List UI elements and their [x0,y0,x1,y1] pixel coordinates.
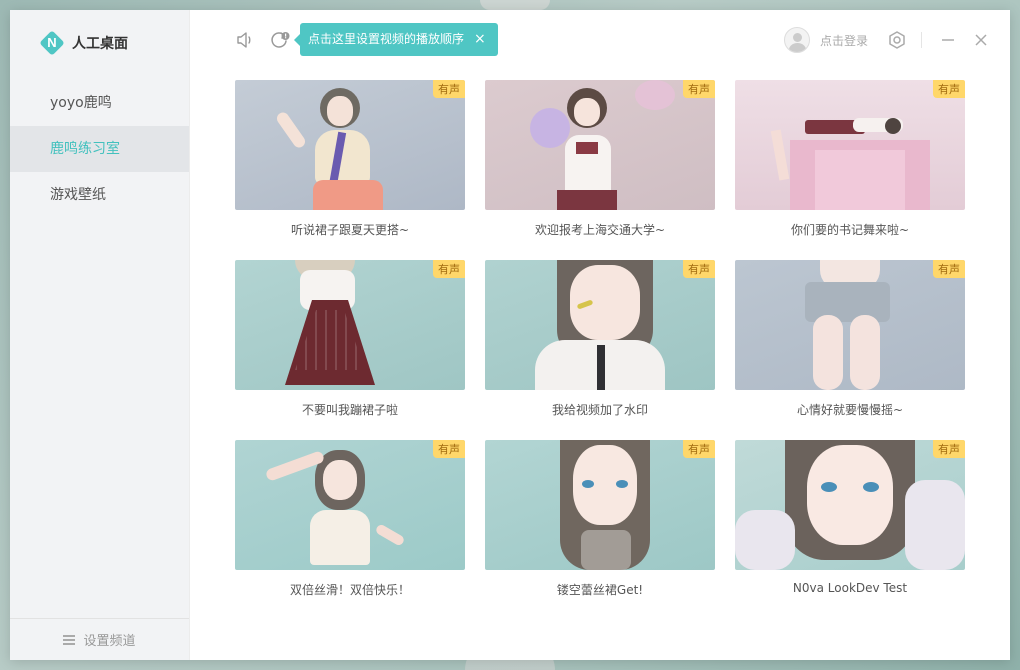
video-title: 听说裙子跟夏天更搭~ [290,223,410,237]
video-title: 你们要的书记舞来啦~ [790,223,910,237]
sound-badge: 有声 [433,260,465,278]
background-figure [480,0,550,10]
channel-settings-label: 设置频道 [83,634,136,649]
sidebar-item-yoyo[interactable]: yoyo鹿鸣 [10,80,189,126]
close-icon[interactable] [974,30,988,50]
video-card[interactable]: 有声 欢迎报考上海交通大学~ [485,80,715,260]
tooltip-close-button[interactable]: × [474,23,486,56]
video-thumbnail[interactable]: 有声 [235,440,465,570]
video-title: 欢迎报考上海交通大学~ [534,223,666,237]
logo-icon: N [39,30,65,56]
sound-badge: 有声 [933,440,965,458]
menu-icon [63,634,76,645]
toolbar: 点击这里设置视频的播放顺序 × 点击登录 [190,10,1010,70]
video-grid: 有声 听说裙子跟夏天更搭~ 有声 欢迎报考上海交通大学~ 有声 你们要的书记舞来… [235,80,965,620]
app-title: 人工桌面 [72,36,128,52]
video-thumbnail[interactable]: 有声 [735,260,965,390]
video-card[interactable]: 有声 双倍丝滑！双倍快乐！ [235,440,465,620]
video-thumbnail[interactable]: 有声 [735,440,965,570]
login-label: 点击登录 [819,33,868,48]
video-card[interactable]: 有声 你们要的书记舞来啦~ [735,80,965,260]
sidebar: N 人工桌面 yoyo鹿鸣 鹿鸣练习室 游戏壁纸 设置频道 [10,10,190,660]
video-card[interactable]: 有声 N0va LookDev Test [735,440,965,620]
video-title: 心情好就要慢慢摇~ [796,403,904,417]
main-content: 点击这里设置视频的播放顺序 × 点击登录 有声 听说裙子跟夏天更搭~ 有声 欢迎… [190,10,1010,660]
sidebar-item-practice-room[interactable]: 鹿鸣练习室 [10,126,189,172]
sound-badge: 有声 [683,260,715,278]
video-thumbnail[interactable]: 有声 [485,440,715,570]
video-title: N0va LookDev Test [792,581,908,595]
video-card[interactable]: 有声 听说裙子跟夏天更搭~ [235,80,465,260]
toolbar-divider [921,32,922,48]
minimize-icon[interactable] [941,30,955,50]
volume-icon[interactable] [235,30,255,50]
sound-badge: 有声 [433,440,465,458]
sound-badge: 有声 [933,260,965,278]
playback-order-icon[interactable] [270,30,290,50]
avatar [783,27,810,53]
video-card[interactable]: 有声 心情好就要慢慢摇~ [735,260,965,440]
tooltip-text: 点击这里设置视频的播放顺序 [308,32,465,46]
video-card[interactable]: 有声 不要叫我蹦裙子啦 [235,260,465,440]
app-window: N 人工桌面 yoyo鹿鸣 鹿鸣练习室 游戏壁纸 设置频道 点击这里设置视频的播… [10,10,1010,660]
app-logo: N 人工桌面 [10,10,189,76]
video-thumbnail[interactable]: 有声 [235,80,465,210]
video-card[interactable]: 有声 我给视频加了水印 [485,260,715,440]
sidebar-item-game-wallpaper[interactable]: 游戏壁纸 [10,172,189,218]
settings-icon[interactable] [887,30,907,50]
video-title: 双倍丝滑！双倍快乐！ [289,583,410,597]
sound-badge: 有声 [683,80,715,98]
video-thumbnail[interactable]: 有声 [735,80,965,210]
channel-settings-button[interactable]: 设置频道 [10,618,189,660]
video-thumbnail[interactable]: 有声 [485,80,715,210]
sound-badge: 有声 [683,440,715,458]
playback-order-tooltip: 点击这里设置视频的播放顺序 × [294,23,498,56]
video-card[interactable]: 有声 镂空蕾丝裙Get! [485,440,715,620]
video-thumbnail[interactable]: 有声 [235,260,465,390]
video-title: 镂空蕾丝裙Get! [556,583,644,597]
sidebar-nav: yoyo鹿鸣 鹿鸣练习室 游戏壁纸 [10,80,189,218]
login-button[interactable]: 点击登录 [783,27,868,53]
video-title: 不要叫我蹦裙子啦 [301,403,398,417]
video-title: 我给视频加了水印 [551,403,648,417]
sound-badge: 有声 [933,80,965,98]
video-thumbnail[interactable]: 有声 [485,260,715,390]
sound-badge: 有声 [433,80,465,98]
